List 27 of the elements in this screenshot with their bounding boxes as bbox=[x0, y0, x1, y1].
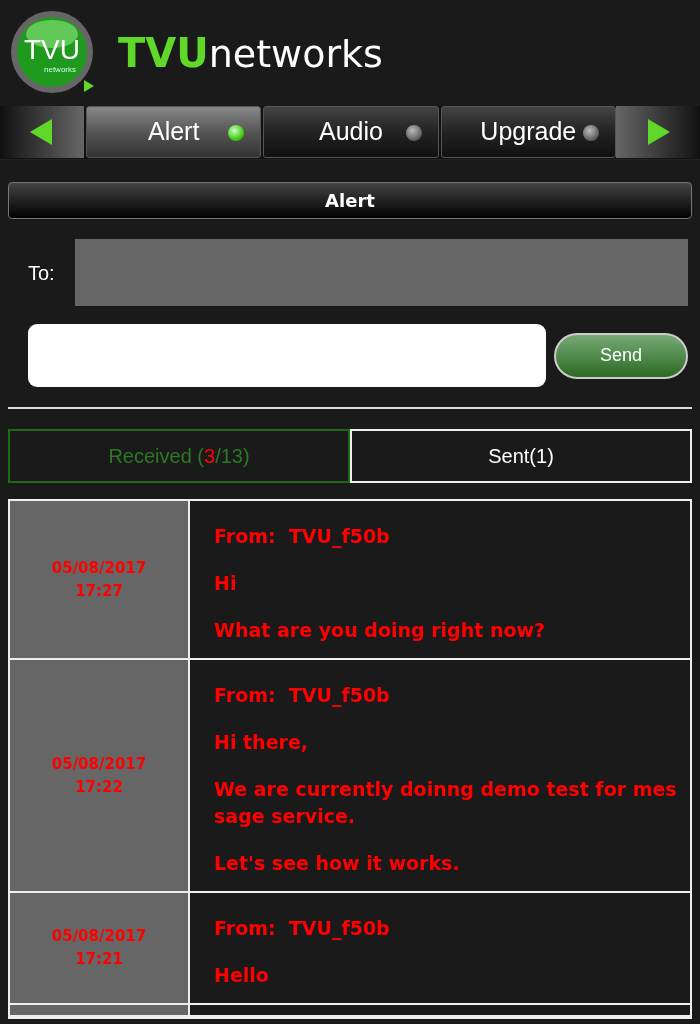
message-text: Hello bbox=[214, 963, 270, 988]
nav-tab[interactable]: Upgrade bbox=[440, 106, 616, 158]
recipient-field[interactable] bbox=[75, 239, 688, 306]
message-sender: From: TVU_f50b bbox=[214, 683, 391, 709]
message-time: 17:22 bbox=[75, 776, 123, 798]
nav-tab[interactable]: Audio bbox=[263, 106, 439, 158]
message-text: What are you doing right now? bbox=[214, 618, 547, 643]
message-field[interactable] bbox=[28, 324, 546, 387]
message-tab[interactable]: Received (3/13) bbox=[8, 429, 350, 483]
nav-tab[interactable]: Alert bbox=[86, 106, 262, 158]
message-time: 17:21 bbox=[75, 949, 123, 970]
message-time: 17:27 bbox=[75, 580, 123, 602]
message-date: 05/08/2017 bbox=[51, 926, 147, 947]
message-text: Hi bbox=[214, 571, 238, 596]
send-button[interactable]: Send bbox=[554, 332, 688, 379]
panel-title: Alert bbox=[8, 182, 692, 219]
message-text: We are currently doinng demo test for message service. bbox=[214, 777, 678, 829]
message-sender: From: TVU_f50b bbox=[214, 524, 391, 550]
message-sender: From: TVU_f50b bbox=[214, 916, 391, 942]
brand-name: TVUnetworks bbox=[118, 29, 383, 78]
message-text: Let's see how it works. bbox=[214, 851, 461, 876]
logo-badge: TVU networks bbox=[10, 10, 96, 96]
message-tab[interactable]: Sent(1) bbox=[350, 429, 692, 483]
to-label: To: bbox=[27, 260, 56, 286]
message-text: Hi there, bbox=[214, 730, 309, 755]
message-date: 05/08/2017 bbox=[51, 753, 147, 775]
message-date: 05/08/2017 bbox=[51, 557, 147, 579]
